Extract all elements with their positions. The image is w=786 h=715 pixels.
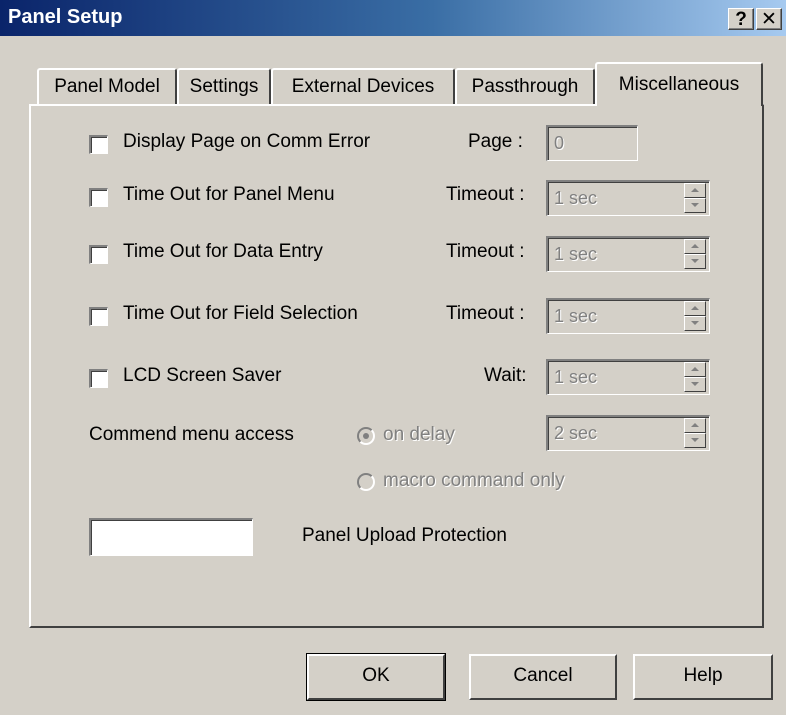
tab-panel-model[interactable]: Panel Model: [37, 68, 177, 104]
timeout-data-entry-field-label: Timeout :: [446, 241, 525, 262]
timeout-data-entry-spinner[interactable]: [684, 239, 706, 269]
display-page-checkbox[interactable]: [89, 135, 108, 154]
delay-spinner[interactable]: [684, 418, 706, 448]
timeout-field-selection-spinner[interactable]: [684, 301, 706, 331]
timeout-field-selection-label: Time Out for Field Selection: [123, 303, 358, 324]
tab-settings[interactable]: Settings: [177, 68, 271, 104]
ok-button[interactable]: OK: [306, 653, 446, 701]
macro-command-radio[interactable]: [357, 473, 375, 491]
timeout-panel-menu-input[interactable]: 1 sec: [546, 180, 710, 216]
spin-down-icon[interactable]: [684, 316, 706, 331]
timeout-field-selection-input[interactable]: 1 sec: [546, 298, 710, 334]
macro-command-label: macro command only: [383, 470, 565, 491]
delay-value: 2 sec: [554, 423, 598, 443]
spin-down-icon[interactable]: [684, 433, 706, 448]
spin-down-icon[interactable]: [684, 198, 706, 213]
close-icon[interactable]: ✕: [756, 8, 782, 30]
cancel-button[interactable]: Cancel: [469, 654, 617, 700]
timeout-field-selection-checkbox[interactable]: [89, 307, 108, 326]
spin-up-icon[interactable]: [684, 239, 706, 254]
tab-external-devices[interactable]: External Devices: [271, 68, 455, 104]
command-menu-label: Commend menu access: [89, 424, 294, 445]
title-bar: Panel Setup ? ✕: [0, 0, 786, 36]
timeout-data-entry-checkbox[interactable]: [89, 245, 108, 264]
timeout-field-selection-value: 1 sec: [554, 306, 598, 326]
spin-up-icon[interactable]: [684, 183, 706, 198]
spin-up-icon[interactable]: [684, 362, 706, 377]
timeout-data-entry-input[interactable]: 1 sec: [546, 236, 710, 272]
tab-miscellaneous[interactable]: Miscellaneous: [595, 62, 763, 106]
wait-field-label: Wait:: [484, 365, 527, 386]
wait-input[interactable]: 1 sec: [546, 359, 710, 395]
page-input[interactable]: 0: [546, 125, 638, 161]
timeout-panel-menu-value: 1 sec: [554, 188, 598, 208]
spin-up-icon[interactable]: [684, 418, 706, 433]
help-button[interactable]: Help: [633, 654, 773, 700]
timeout-field-selection-field-label: Timeout :: [446, 303, 525, 324]
timeout-data-entry-label: Time Out for Data Entry: [123, 241, 323, 262]
delay-input[interactable]: 2 sec: [546, 415, 710, 451]
timeout-panel-menu-checkbox[interactable]: [89, 188, 108, 207]
wait-spinner[interactable]: [684, 362, 706, 392]
on-delay-radio[interactable]: [357, 427, 375, 445]
page-field-label: Page :: [468, 131, 523, 152]
display-page-label: Display Page on Comm Error: [123, 131, 371, 152]
spin-down-icon[interactable]: [684, 377, 706, 392]
upload-protection-input[interactable]: [89, 518, 253, 556]
timeout-panel-menu-label: Time Out for Panel Menu: [123, 184, 335, 205]
timeout-panel-menu-spinner[interactable]: [684, 183, 706, 213]
lcd-screen-saver-checkbox[interactable]: [89, 369, 108, 388]
upload-protection-label: Panel Upload Protection: [302, 525, 507, 546]
timeout-panel-menu-field-label: Timeout :: [446, 184, 525, 205]
wait-value: 1 sec: [554, 367, 598, 387]
lcd-screen-saver-label: LCD Screen Saver: [123, 365, 282, 386]
spin-down-icon[interactable]: [684, 254, 706, 269]
window-title: Panel Setup: [8, 6, 123, 28]
timeout-data-entry-value: 1 sec: [554, 244, 598, 264]
on-delay-label: on delay: [383, 424, 455, 445]
spin-up-icon[interactable]: [684, 301, 706, 316]
tab-passthrough[interactable]: Passthrough: [455, 68, 595, 104]
help-icon[interactable]: ?: [728, 8, 754, 30]
